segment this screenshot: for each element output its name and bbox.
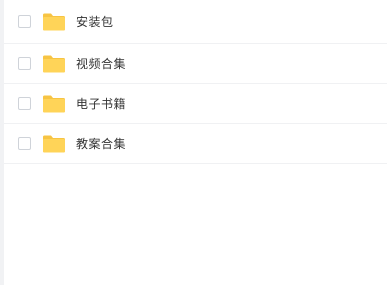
- file-list: 安装包 视频合集 电子书籍 教案合集: [4, 0, 387, 164]
- file-browser-page: 安装包 视频合集 电子书籍 教案合集: [0, 0, 387, 285]
- row-checkbox[interactable]: [18, 57, 31, 70]
- file-name[interactable]: 教案合集: [76, 137, 126, 151]
- folder-icon: [42, 135, 66, 153]
- file-name[interactable]: 安装包: [76, 15, 114, 29]
- file-row[interactable]: 电子书籍: [4, 84, 387, 124]
- folder-icon: [42, 55, 66, 73]
- file-row[interactable]: 教案合集: [4, 124, 387, 164]
- row-checkbox[interactable]: [18, 15, 31, 28]
- file-name[interactable]: 电子书籍: [76, 97, 126, 111]
- file-name[interactable]: 视频合集: [76, 57, 126, 71]
- row-checkbox[interactable]: [18, 137, 31, 150]
- file-row[interactable]: 安装包: [4, 0, 387, 44]
- file-row[interactable]: 视频合集: [4, 44, 387, 84]
- folder-icon: [42, 13, 66, 31]
- row-checkbox[interactable]: [18, 97, 31, 110]
- folder-icon: [42, 95, 66, 113]
